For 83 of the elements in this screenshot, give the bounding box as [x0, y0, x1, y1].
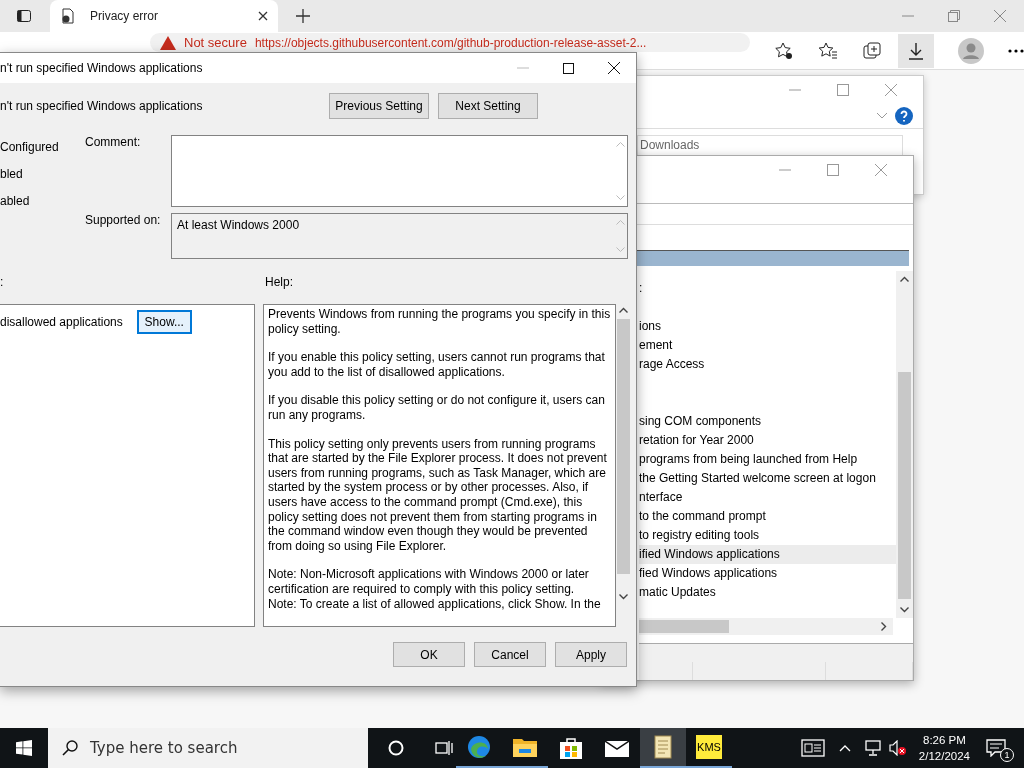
tab-actions-icon[interactable]: [16, 8, 32, 24]
scroll-right-icon[interactable]: [881, 622, 887, 631]
scroll-icon[interactable]: [653, 735, 673, 759]
help-paragraph: If you enable this policy setting, users cannot run programs that you add to the list of disallowed applications.: [268, 350, 606, 380]
help-paragraph: If you disable this policy setting or do not configure it, users can run any programs.: [268, 393, 606, 423]
help-note: Note: To create a list of allowed applications, click Show. In the: [268, 596, 602, 612]
comment-label: Comment:: [85, 135, 142, 151]
restore-icon[interactable]: [948, 10, 960, 22]
setting-row[interactable]: to the command prompt: [639, 507, 896, 526]
search-icon: [62, 740, 78, 756]
setting-row[interactable]: sing COM components: [639, 412, 896, 431]
show-button[interactable]: Show...: [136, 310, 192, 334]
setting-row[interactable]: retation for Year 2000: [639, 431, 896, 450]
setting-row[interactable]: to registry editing tools: [639, 526, 896, 545]
setting-row[interactable]: fied Windows applications: [639, 564, 896, 583]
setting-heading: n't run specified Windows applications: [0, 99, 204, 113]
help-icon[interactable]: [895, 107, 913, 125]
clock-time[interactable]: 8:26 PM: [923, 732, 966, 748]
options-label: :: [0, 275, 5, 291]
help-paragraph: This policy setting only prevents users from running programs that are started by the File Explorer process. It does not prevent users from running programs, such as Task Manager, which are started by the system process or by other processes. Also, if users have access to the command prompt (Cmd.exe), this policy setting does not prevent them from starting programs in the command window even though they would be prevented from doing so using File Explorer.: [268, 436, 608, 554]
close-icon[interactable]: [258, 11, 268, 21]
tab-title: Privacy error: [90, 9, 159, 23]
supported-field: At least Windows 2000: [171, 213, 628, 259]
scroll-down-icon[interactable]: [619, 594, 628, 600]
favorites-icon[interactable]: [818, 40, 838, 61]
dialog-button[interactable]: Apply: [555, 642, 627, 667]
state-option[interactable]: abled: [0, 194, 85, 208]
kms-icon[interactable]: KMS: [696, 735, 722, 759]
state-option[interactable]: bled: [0, 167, 85, 181]
setting-row[interactable]: the Getting Started welcome screen at logon: [639, 469, 896, 488]
window-title: n't run specified Windows applications: [0, 61, 203, 75]
chevron-down-icon[interactable]: [877, 113, 887, 119]
folder-icon[interactable]: [513, 737, 537, 757]
setting-row[interactable]: nterface: [639, 488, 896, 507]
dialog-button[interactable]: Cancel: [474, 642, 546, 667]
setting-row[interactable]: rage Access: [639, 355, 896, 374]
supported-label: Supported on:: [85, 213, 162, 229]
state-option[interactable]: Configured: [0, 140, 85, 154]
notifications-icon[interactable]: [986, 739, 1006, 757]
scroll-up-icon[interactable]: [900, 276, 909, 282]
notification-count: 1: [1000, 748, 1014, 762]
search-field[interactable]: Type here to search: [48, 728, 368, 768]
setting-row[interactable]: ions: [639, 317, 896, 336]
volume-muted-icon[interactable]: [888, 740, 907, 756]
setting-row[interactable]: programs from being launched from Help: [639, 450, 896, 469]
help-paragraph: Prevents Windows from running the programs you specify in this policy setting.: [268, 307, 612, 337]
browser-icon[interactable]: [467, 735, 491, 759]
store-icon[interactable]: [560, 737, 582, 759]
dialog-button[interactable]: OK: [393, 642, 465, 667]
task-view-icon[interactable]: [432, 740, 456, 756]
add-favorite-icon[interactable]: [774, 40, 794, 61]
nav-button[interactable]: Next Setting: [438, 93, 538, 119]
setting-row[interactable]: ified Windows applications: [639, 545, 896, 564]
network-icon[interactable]: [864, 740, 883, 756]
profile-icon[interactable]: [958, 37, 984, 64]
news-icon[interactable]: [800, 739, 825, 757]
address-bar[interactable]: Not secure https://objects.githubusercontent.com/github-production-release-asset-2...: [150, 33, 750, 52]
download-icon[interactable]: [906, 40, 926, 61]
setting-row[interactable]: matic Updates: [639, 583, 896, 602]
setting-row[interactable]: :: [639, 279, 896, 298]
option-label: disallowed applications: [0, 315, 123, 329]
maximize-icon[interactable]: [563, 62, 574, 74]
setting-row[interactable]: ement: [639, 336, 896, 355]
browser-tab[interactable]: Privacy error: [50, 0, 278, 32]
help-note: Note: Non-Microsoft applications with Windows 2000 or later certification are required to comply with this policy setting.: [268, 567, 590, 597]
more-icon[interactable]: [1008, 48, 1024, 53]
nav-button[interactable]: Previous Setting: [329, 93, 429, 119]
horizontal-scrollbar[interactable]: [639, 618, 893, 635]
warning-icon: [160, 35, 176, 50]
caret-up-icon[interactable]: [838, 744, 851, 752]
scroll-down-icon[interactable]: [900, 607, 909, 613]
collections-icon[interactable]: [862, 40, 882, 61]
close-icon[interactable]: [608, 62, 620, 74]
page-error-icon: [60, 8, 76, 24]
security-label: Not secure: [184, 35, 247, 50]
url-text: https://objects.githubusercontent.com/github-production-release-asset-2...: [254, 35, 647, 50]
mail-icon[interactable]: [605, 739, 629, 757]
start-icon[interactable]: [16, 740, 32, 756]
help-label: Help:: [265, 275, 293, 291]
scrollbar[interactable]: [896, 271, 913, 618]
scroll-up-icon[interactable]: [619, 307, 628, 313]
new-tab-icon[interactable]: [296, 9, 310, 23]
clock-date[interactable]: 2/12/2024: [918, 748, 970, 764]
